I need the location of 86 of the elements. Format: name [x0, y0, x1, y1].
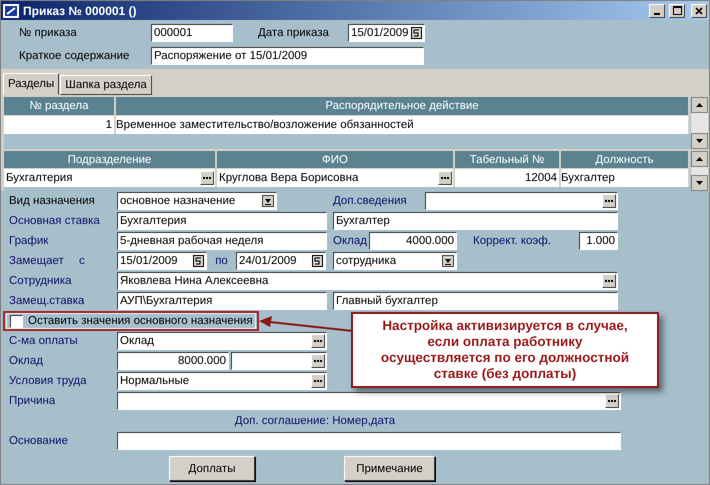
coefficient-field[interactable]: 1.000: [579, 232, 618, 250]
checkbox[interactable]: [10, 314, 23, 328]
maximize-icon: [672, 6, 682, 15]
field-label: С-ма оплаты: [9, 335, 79, 347]
browse-button[interactable]: [311, 354, 325, 368]
replacement-rate-field[interactable]: АУП\Бухгалтерия: [117, 292, 327, 310]
action-button[interactable]: Доплаты: [169, 456, 255, 481]
browse-button[interactable]: [605, 394, 619, 408]
date-to-field[interactable]: 24/01/2009: [236, 252, 326, 270]
table-cell: 1: [4, 116, 116, 134]
checkbox-label: Оставить значения основного назначения: [28, 315, 253, 327]
column-header[interactable]: Распорядительное действие: [116, 97, 690, 115]
maximize-button[interactable]: [669, 4, 685, 18]
order-date-field[interactable]: 15/01/2009: [348, 24, 425, 42]
scrollbar[interactable]: [691, 151, 708, 191]
extra-info-field[interactable]: [425, 192, 618, 210]
salary-amount-field[interactable]: 8000.000: [117, 352, 229, 370]
field-label: Вид назначения: [9, 195, 96, 207]
field-label: Краткое содержание: [19, 50, 130, 62]
scroll-down-icon[interactable]: [691, 175, 708, 191]
field-label: Причина: [9, 395, 56, 407]
close-icon: [695, 6, 703, 14]
field-label: Условия труда: [9, 375, 88, 387]
column-header[interactable]: Должность: [561, 151, 690, 168]
replace-whom-select[interactable]: сотрудника: [333, 252, 457, 270]
field-label: График: [9, 235, 50, 247]
table-cell: Круглова Вера Борисовна: [217, 169, 455, 187]
column-header[interactable]: Подразделение: [4, 151, 217, 168]
field-label: Основная ставка: [9, 215, 101, 227]
field-label: Замещ.ставка: [9, 295, 86, 307]
basis-field[interactable]: [117, 432, 621, 450]
browse-button[interactable]: [438, 171, 452, 185]
scroll-down-icon[interactable]: [691, 133, 708, 149]
conditions-field[interactable]: Нормальные: [117, 372, 327, 390]
salary-field[interactable]: 4000.000: [369, 232, 457, 250]
reason-field[interactable]: [117, 392, 621, 410]
scrollbar[interactable]: [691, 97, 708, 149]
base-position-field[interactable]: Бухгалтер: [333, 212, 618, 230]
calendar-icon[interactable]: [411, 26, 422, 38]
minimize-button[interactable]: [649, 4, 665, 18]
field-label: Доп. соглашение: Номер,дата: [234, 415, 396, 427]
scroll-up-icon[interactable]: [691, 97, 708, 113]
field-label: Замещает: [9, 255, 65, 267]
window-title: Приказ № 000001 (): [23, 4, 138, 18]
appointment-type-select[interactable]: основное назначение: [117, 192, 277, 210]
order-number-field[interactable]: 000001: [151, 24, 233, 42]
employee-field[interactable]: Яковлева Нина Алексеевна: [117, 272, 618, 290]
salary-extra-field[interactable]: [231, 352, 327, 370]
browse-button[interactable]: [200, 171, 214, 185]
base-rate-field[interactable]: Бухгалтерия: [117, 212, 327, 230]
calendar-icon[interactable]: [193, 255, 204, 267]
action-button[interactable]: Примечание: [344, 456, 435, 481]
browse-button[interactable]: [602, 194, 616, 208]
field-label: Оклад: [9, 355, 44, 367]
schedule-field[interactable]: 5-дневная рабочая неделя: [117, 232, 327, 250]
field-label: Дата приказа: [258, 26, 330, 38]
scroll-up-icon[interactable]: [691, 151, 708, 167]
column-header[interactable]: № раздела: [4, 97, 116, 115]
browse-button[interactable]: [311, 334, 325, 348]
field-label: Доп.сведения: [333, 195, 408, 207]
tab[interactable]: Шапка раздела: [60, 75, 152, 95]
field-label: Оклад: [333, 235, 368, 247]
callout-text: Настройка активизируется в случае, если оплата работнику осуществляется по его должностной ставке (без доплаты): [380, 318, 630, 382]
replacement-position-field[interactable]: Главный бухгалтер: [333, 292, 618, 310]
field-label: Сотрудника: [9, 275, 73, 287]
browse-button[interactable]: [311, 374, 325, 388]
app-icon: [3, 4, 19, 18]
field-label: Коррект. коэф.: [473, 235, 552, 247]
column-header[interactable]: Табельный №: [455, 151, 561, 168]
minimize-icon: [654, 12, 660, 14]
pay-system-field[interactable]: Оклад: [117, 332, 327, 350]
calendar-icon[interactable]: [312, 255, 323, 267]
close-button[interactable]: [691, 4, 707, 18]
table-cell: Временное заместительство/возложение обязанностей: [116, 116, 690, 134]
table-cell: 12004: [455, 169, 561, 187]
date-from-field[interactable]: 15/01/2009: [117, 252, 207, 270]
table-cell: Бухгалтерия: [4, 169, 217, 187]
summary-field[interactable]: Распоряжение от 15/01/2009: [151, 46, 424, 64]
column-header[interactable]: ФИО: [217, 151, 455, 168]
tab[interactable]: Разделы: [3, 73, 60, 95]
field-label: № приказа: [19, 26, 78, 38]
field-label: Основание: [9, 435, 69, 447]
browse-button[interactable]: [602, 274, 616, 288]
field-label: с: [79, 255, 86, 267]
field-label: по: [214, 255, 229, 267]
table-cell: Бухгалтер: [561, 169, 690, 187]
